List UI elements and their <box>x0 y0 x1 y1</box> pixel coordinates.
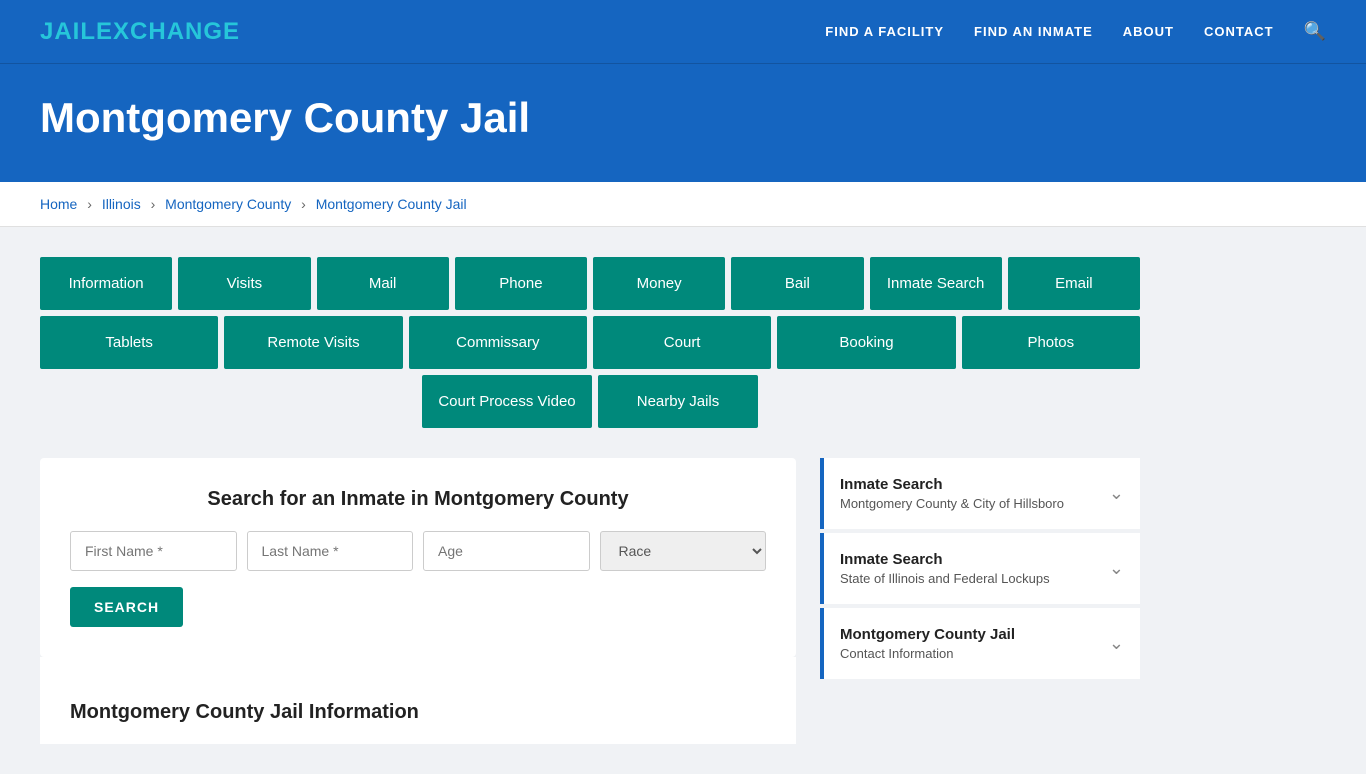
btn-commissary[interactable]: Commissary <box>409 316 587 369</box>
logo-jail: JAIL <box>40 18 96 45</box>
breadcrumb-sep-3: › <box>301 196 306 212</box>
age-input[interactable] <box>423 531 590 571</box>
last-name-input[interactable] <box>247 531 414 571</box>
search-button[interactable]: SEARCH <box>70 587 183 627</box>
search-title: Search for an Inmate in Montgomery Count… <box>70 488 766 511</box>
bottom-layout: Search for an Inmate in Montgomery Count… <box>40 458 1140 744</box>
btn-information[interactable]: Information <box>40 257 172 310</box>
nav-about[interactable]: ABOUT <box>1123 24 1174 39</box>
breadcrumb-sep-2: › <box>151 196 156 212</box>
race-select[interactable]: Race <box>600 531 767 571</box>
main-area: Information Visits Mail Phone Money Bail… <box>0 227 1366 774</box>
btn-nearby-jails[interactable]: Nearby Jails <box>598 375 758 428</box>
logo[interactable]: JAILEXCHANGE <box>40 18 240 46</box>
btn-tablets[interactable]: Tablets <box>40 316 218 369</box>
btn-visits[interactable]: Visits <box>178 257 310 310</box>
sidebar-item-2-title: Inmate Search <box>840 551 1050 568</box>
breadcrumb-home[interactable]: Home <box>40 196 77 212</box>
sidebar-item-1[interactable]: Inmate Search Montgomery County & City o… <box>820 458 1140 529</box>
button-row3: Court Process Video Nearby Jails <box>40 375 1140 428</box>
nav-find-inmate[interactable]: FIND AN INMATE <box>974 24 1093 39</box>
chevron-down-icon-1: ⌄ <box>1109 483 1124 504</box>
breadcrumb-illinois[interactable]: Illinois <box>102 196 141 212</box>
hero-section: Montgomery County Jail <box>0 64 1366 182</box>
sidebar-item-1-subtitle: Montgomery County & City of Hillsboro <box>840 496 1064 511</box>
breadcrumb-montgomery-county[interactable]: Montgomery County <box>165 196 291 212</box>
sidebar-item-2[interactable]: Inmate Search State of Illinois and Fede… <box>820 533 1140 604</box>
sidebar-item-1-title: Inmate Search <box>840 476 1064 493</box>
chevron-down-icon-2: ⌄ <box>1109 558 1124 579</box>
breadcrumb: Home › Illinois › Montgomery County › Mo… <box>0 182 1366 227</box>
page-title: Montgomery County Jail <box>40 94 1326 142</box>
logo-exchange: EXCHANGE <box>96 18 240 45</box>
btn-phone[interactable]: Phone <box>455 257 587 310</box>
btn-photos[interactable]: Photos <box>962 316 1140 369</box>
button-grid: Information Visits Mail Phone Money Bail… <box>40 257 1140 428</box>
btn-bail[interactable]: Bail <box>731 257 863 310</box>
btn-email[interactable]: Email <box>1008 257 1140 310</box>
first-name-input[interactable] <box>70 531 237 571</box>
btn-mail[interactable]: Mail <box>317 257 449 310</box>
sidebar-item-3-title: Montgomery County Jail <box>840 626 1015 643</box>
btn-remote-visits[interactable]: Remote Visits <box>224 316 402 369</box>
search-section: Search for an Inmate in Montgomery Count… <box>40 458 796 657</box>
nav-find-facility[interactable]: FIND A FACILITY <box>825 24 944 39</box>
nav-contact[interactable]: CONTACT <box>1204 24 1274 39</box>
breadcrumb-sep-1: › <box>87 196 92 212</box>
sidebar-item-3[interactable]: Montgomery County Jail Contact Informati… <box>820 608 1140 679</box>
breadcrumb-current[interactable]: Montgomery County Jail <box>316 196 467 212</box>
left-column: Search for an Inmate in Montgomery Count… <box>40 458 796 744</box>
btn-court-process-video[interactable]: Court Process Video <box>422 375 592 428</box>
info-section: Montgomery County Jail Information <box>40 657 796 744</box>
sidebar: Inmate Search Montgomery County & City o… <box>820 458 1140 744</box>
btn-money[interactable]: Money <box>593 257 725 310</box>
header: JAILEXCHANGE FIND A FACILITY FIND AN INM… <box>0 0 1366 64</box>
btn-court[interactable]: Court <box>593 316 771 369</box>
sidebar-item-2-subtitle: State of Illinois and Federal Lockups <box>840 571 1050 586</box>
chevron-down-icon-3: ⌄ <box>1109 633 1124 654</box>
search-fields: Race <box>70 531 766 571</box>
btn-inmate-search[interactable]: Inmate Search <box>870 257 1002 310</box>
main-nav: FIND A FACILITY FIND AN INMATE ABOUT CON… <box>825 21 1326 42</box>
btn-booking[interactable]: Booking <box>777 316 955 369</box>
info-heading: Montgomery County Jail Information <box>70 701 766 724</box>
search-icon-button[interactable]: 🔍 <box>1304 21 1326 42</box>
sidebar-item-3-subtitle: Contact Information <box>840 646 1015 661</box>
